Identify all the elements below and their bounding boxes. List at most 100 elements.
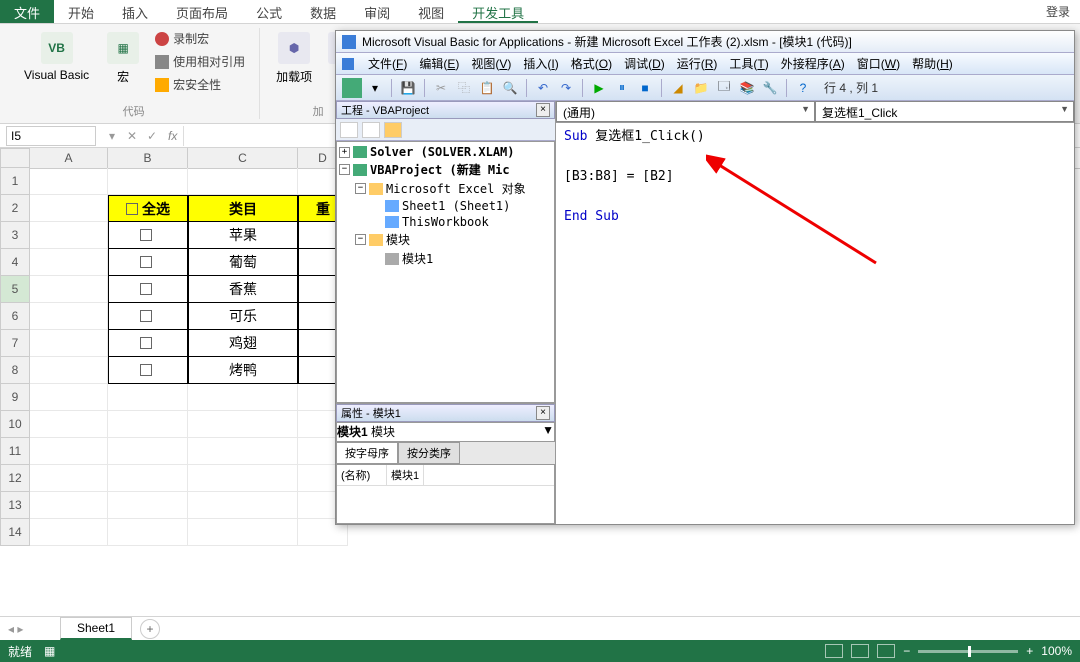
props-tab-category[interactable]: 按分类序 [398,442,460,464]
toolbox-icon[interactable]: 🔧 [760,78,780,98]
project-icon[interactable]: 📁 [691,78,711,98]
cell-B8[interactable] [108,357,188,384]
props-object-combo[interactable]: 模块1 模块 ▼ [336,422,555,442]
vba-menu-h[interactable]: 帮助(H) [906,55,959,73]
tree-solver[interactable]: +Solver (SOLVER.XLAM) [339,144,552,160]
cell-A6[interactable] [30,303,108,330]
cell-C8[interactable]: 烤鸭 [188,357,298,384]
tree-module1[interactable]: 模块1 [339,249,552,268]
stop-icon[interactable]: ■ [635,78,655,98]
tab-home[interactable]: 开始 [54,0,108,23]
tab-layout[interactable]: 页面布局 [162,0,242,23]
view-normal-icon[interactable] [825,644,843,658]
view-break-icon[interactable] [877,644,895,658]
cell-A12[interactable] [30,465,108,492]
design-icon[interactable]: ◢ [668,78,688,98]
tab-insert[interactable]: 插入 [108,0,162,23]
find-icon[interactable]: 🔍 [500,78,520,98]
copy-icon[interactable]: ⿻ [454,78,474,98]
save-icon[interactable]: 💾 [398,78,418,98]
col-header-a[interactable]: A [30,148,108,168]
zoom-out-button[interactable]: − [903,644,910,658]
props-grid[interactable]: (名称)模块1 [336,464,555,524]
cell-A8[interactable] [30,357,108,384]
fx-icon[interactable]: fx [162,129,183,143]
vba-menu-w[interactable]: 窗口(W) [851,55,906,73]
cell-C13[interactable] [188,492,298,519]
name-box[interactable] [6,126,96,146]
prop-name-value[interactable]: 模块1 [387,465,424,485]
cell-B7[interactable] [108,330,188,357]
row-header-13[interactable]: 13 [0,492,30,519]
cut-icon[interactable]: ✂ [431,78,451,98]
cell-A3[interactable] [30,222,108,249]
cell-A4[interactable] [30,249,108,276]
row-header-6[interactable]: 6 [0,303,30,330]
object-combo[interactable]: (通用) [556,101,815,122]
paste-icon[interactable]: 📋 [477,78,497,98]
cell-B1[interactable] [108,168,188,195]
run-icon[interactable]: ▶ [589,78,609,98]
zoom-slider[interactable] [918,650,1018,653]
zoom-level[interactable]: 100% [1041,644,1072,658]
tab-data[interactable]: 数据 [296,0,350,23]
cell-B14[interactable] [108,519,188,546]
cell-C2[interactable]: 类目 [188,195,298,222]
cell-C14[interactable] [188,519,298,546]
view-layout-icon[interactable] [851,644,869,658]
checkbox-icon[interactable] [140,310,152,322]
add-sheet-button[interactable]: + [140,619,160,639]
cell-B5[interactable] [108,276,188,303]
view-object-icon[interactable] [362,122,380,138]
addins-button[interactable]: ⬢ 加载项 [270,28,318,89]
cell-C7[interactable]: 鸡翅 [188,330,298,357]
view-code-icon[interactable] [340,122,358,138]
cell-C6[interactable]: 可乐 [188,303,298,330]
cell-C5[interactable]: 香蕉 [188,276,298,303]
cell-B6[interactable] [108,303,188,330]
tab-file[interactable]: 文件 [0,0,54,23]
row-header-2[interactable]: 2 [0,195,30,222]
cell-A10[interactable] [30,411,108,438]
tab-formula[interactable]: 公式 [242,0,296,23]
tab-view[interactable]: 视图 [404,0,458,23]
cell-A9[interactable] [30,384,108,411]
undo-icon[interactable]: ↶ [533,78,553,98]
cell-A13[interactable] [30,492,108,519]
cell-B3[interactable] [108,222,188,249]
cell-A7[interactable] [30,330,108,357]
macro-security-button[interactable]: 宏安全性 [151,74,249,95]
vba-menu-v[interactable]: 视图(V) [465,55,517,73]
view-excel-icon[interactable] [342,78,362,98]
confirm-icon[interactable]: ✓ [142,129,162,143]
tree-modules-folder[interactable]: −模块 [339,230,552,249]
code-editor[interactable]: Sub 复选框1_Click() [B3:B8] = [B2] End Sub [556,123,1074,524]
row-header-7[interactable]: 7 [0,330,30,357]
macro-button[interactable]: ▦ 宏 [101,28,145,95]
sheet-nav[interactable]: ◂ ▸ [8,622,23,636]
login-link[interactable]: 登录 [1046,3,1070,20]
cell-A1[interactable] [30,168,108,195]
vba-menu-r[interactable]: 运行(R) [671,55,724,73]
row-header-1[interactable]: 1 [0,168,30,195]
col-header-b[interactable]: B [108,148,188,168]
row-header-9[interactable]: 9 [0,384,30,411]
pause-icon[interactable]: ⏸ [612,78,632,98]
cell-B4[interactable] [108,249,188,276]
sheet-tab-sheet1[interactable]: Sheet1 [60,617,132,640]
row-header-12[interactable]: 12 [0,465,30,492]
checkbox-icon[interactable] [140,283,152,295]
checkbox-icon[interactable] [126,203,138,215]
row-header-8[interactable]: 8 [0,357,30,384]
cell-C9[interactable] [188,384,298,411]
vba-menu-i[interactable]: 插入(I) [517,55,564,73]
cell-A11[interactable] [30,438,108,465]
cell-C12[interactable] [188,465,298,492]
checkbox-icon[interactable] [140,229,152,241]
tree-sheet1[interactable]: Sheet1 (Sheet1) [339,198,552,214]
cell-B2[interactable]: 全选 [108,195,188,222]
tree-thisworkbook[interactable]: ThisWorkbook [339,214,552,230]
cell-C1[interactable] [188,168,298,195]
vba-menu-o[interactable]: 格式(O) [565,55,618,73]
cell-B10[interactable] [108,411,188,438]
